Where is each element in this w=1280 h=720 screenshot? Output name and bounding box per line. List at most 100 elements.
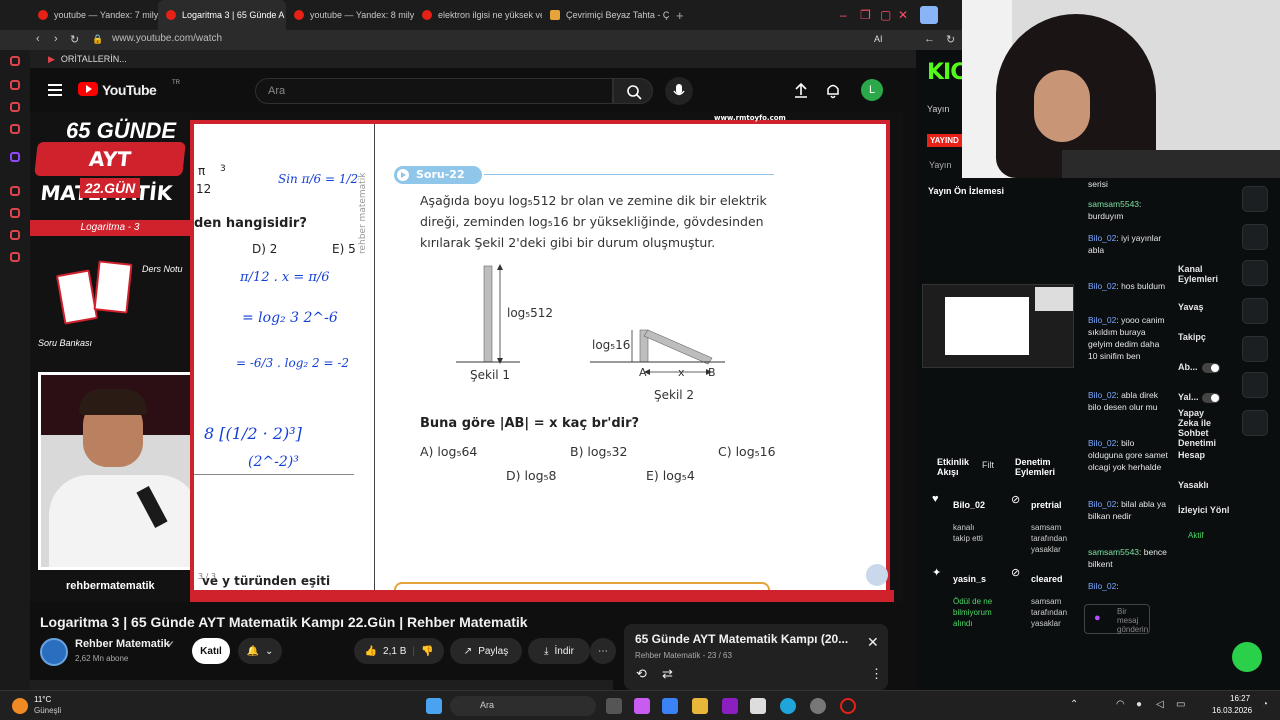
moderation-user[interactable]: cleared (1031, 574, 1063, 584)
channel-avatar[interactable] (40, 638, 68, 666)
edge-icon[interactable] (780, 698, 796, 714)
sidebar-icon-4[interactable] (10, 124, 20, 134)
settings-icon[interactable] (10, 252, 20, 262)
moderation-user[interactable]: pretrial (1031, 500, 1062, 510)
kick-logo[interactable]: KIC (927, 60, 966, 85)
close-window-icon[interactable]: ✕ (898, 8, 908, 22)
sidebar-icon-3[interactable] (10, 102, 20, 112)
sidebar-icon-2[interactable] (10, 80, 20, 90)
back-icon[interactable]: ← (924, 33, 935, 45)
action-banned[interactable]: Yasaklı (1178, 480, 1209, 490)
volume-icon[interactable]: ◁ (1156, 699, 1164, 710)
wifi-icon[interactable]: ◠ (1116, 699, 1125, 710)
action-emote[interactable]: Yal... (1178, 392, 1199, 402)
channel-name[interactable]: Rehber Matematik (75, 638, 170, 650)
youtube-logo[interactable]: YouTube (102, 82, 157, 98)
action-subs[interactable]: Ab... (1178, 362, 1198, 372)
action-ai-moderation[interactable]: Yapay Zeka ile Sohbet Denetimi (1178, 408, 1218, 448)
action-account[interactable]: Hesap (1178, 450, 1205, 460)
more-actions-button[interactable]: ⋯ (590, 638, 616, 664)
chat-icon[interactable] (1242, 298, 1268, 324)
browser-menu-icon[interactable] (0, 0, 30, 30)
browser-tab[interactable]: youtube — Yandex: 8 milyo (286, 0, 414, 30)
back-icon[interactable]: ‹ (36, 33, 40, 45)
bookmark-item[interactable]: ORİTALLERİN... (61, 54, 127, 64)
microphone-icon[interactable]: ● (1136, 699, 1142, 710)
like-count[interactable]: 2,1 B (383, 646, 406, 657)
video-player[interactable]: 65 GÜNDE AYT MATEMATİK 22.GÜN Logaritma … (30, 112, 903, 602)
toolbar-button-3[interactable] (1242, 260, 1268, 286)
notification-center-icon[interactable]: ◔ (1262, 699, 1268, 710)
activity-user[interactable]: yasin_s (953, 574, 986, 584)
youtube-logo-icon[interactable] (78, 82, 98, 96)
app-icon[interactable] (662, 698, 678, 714)
notifications-icon[interactable] (824, 81, 842, 99)
subs-toggle[interactable] (1202, 363, 1220, 373)
obs-icon[interactable] (810, 698, 826, 714)
action-viewer[interactable]: İzleyici Yönl (1178, 505, 1229, 515)
filter-button[interactable]: Filt (982, 460, 994, 470)
sidebar-icon-7[interactable] (10, 230, 20, 240)
file-explorer-icon[interactable] (692, 698, 708, 714)
action-slow[interactable]: Yavaş (1178, 302, 1204, 312)
like-icon[interactable]: 👍 (365, 646, 377, 657)
toolbar-button-1[interactable] (1242, 186, 1268, 212)
stream-preview-thumbnail[interactable] (922, 284, 1074, 368)
upload-icon[interactable] (792, 81, 810, 99)
browser-tab[interactable]: youtube — Yandex: 7 milyo (30, 0, 158, 30)
opera-icon[interactable] (840, 698, 856, 714)
task-view-icon[interactable] (606, 698, 622, 714)
download-button[interactable]: ⤓ İndir (528, 638, 590, 664)
search-button[interactable] (613, 78, 653, 104)
toolbar-button-2[interactable] (1242, 224, 1268, 250)
reload-icon[interactable]: ↻ (70, 33, 79, 46)
account-avatar[interactable]: L (861, 79, 883, 101)
ai-button[interactable]: AI (874, 34, 883, 44)
kick-app-icon[interactable] (1232, 642, 1262, 672)
playlist-title[interactable]: 65 Günde AYT Matematik Kampı (20... (635, 632, 848, 646)
sidebar-icon-1[interactable] (10, 56, 20, 66)
join-button[interactable]: Katıl (192, 638, 230, 664)
dislike-icon[interactable]: 👎 (421, 646, 433, 657)
battery-icon[interactable]: ▭ (1176, 699, 1185, 710)
browser-tab-active[interactable]: Logaritma 3 | 65 Günde A (158, 0, 286, 30)
tray-chevron-icon[interactable]: ⌃ (1070, 699, 1078, 710)
broadcast-icon[interactable] (1242, 336, 1268, 362)
restore-icon[interactable]: ❐ (860, 8, 871, 22)
url-text[interactable]: www.youtube.com/watch (112, 33, 222, 44)
clock-time[interactable]: 16:27 (1230, 694, 1250, 703)
share-button[interactable]: ↗ Paylaş (450, 638, 522, 664)
weather-icon[interactable] (12, 698, 28, 714)
app-icon[interactable] (750, 698, 766, 714)
emote-toggle[interactable] (1202, 393, 1220, 403)
twitch-icon[interactable] (10, 152, 20, 162)
action-followers[interactable]: Takipç (1178, 332, 1206, 342)
activity-user[interactable]: Bilo_02 (953, 500, 985, 510)
close-icon[interactable]: ✕ (867, 634, 879, 651)
maximize-icon[interactable]: ▢ (880, 8, 891, 22)
emote-icon[interactable]: ● (1094, 612, 1101, 624)
voice-search-button[interactable] (665, 77, 693, 105)
reload-icon[interactable]: ↻ (946, 33, 955, 46)
new-tab-button[interactable]: + (670, 8, 684, 23)
menu-icon[interactable] (48, 84, 62, 96)
start-icon[interactable] (426, 698, 442, 714)
browser-tab[interactable]: Çevrimiçi Beyaz Tahta - Ç (542, 0, 670, 30)
browser-tab[interactable]: elektron ilgisi ne yüksek ve (414, 0, 542, 30)
more-vert-icon[interactable]: ⋮ (870, 666, 883, 682)
search-input[interactable]: Ara (255, 78, 613, 104)
wrench-icon[interactable] (1242, 410, 1268, 436)
taskbar-search[interactable]: Ara (450, 696, 596, 716)
toolbar-button-6[interactable] (1242, 372, 1268, 398)
clock-date[interactable]: 16.03.2026 (1212, 706, 1252, 715)
loop-icon[interactable]: ⟲ (636, 666, 647, 682)
notifications-bell-button[interactable]: 🔔 ⌄ (238, 638, 282, 664)
minimize-icon[interactable]: – (840, 8, 847, 22)
forward-icon[interactable]: › (54, 33, 58, 45)
shuffle-icon[interactable]: ⇄ (662, 666, 673, 682)
sidebar-icon-6[interactable] (10, 208, 20, 218)
sidebar-toggle-icon[interactable] (920, 6, 938, 24)
app-icon[interactable] (722, 698, 738, 714)
address-bar[interactable]: ‹ › ↻ 🔒 www.youtube.com/watch AI (0, 30, 916, 50)
sidebar-icon-5[interactable] (10, 186, 20, 196)
